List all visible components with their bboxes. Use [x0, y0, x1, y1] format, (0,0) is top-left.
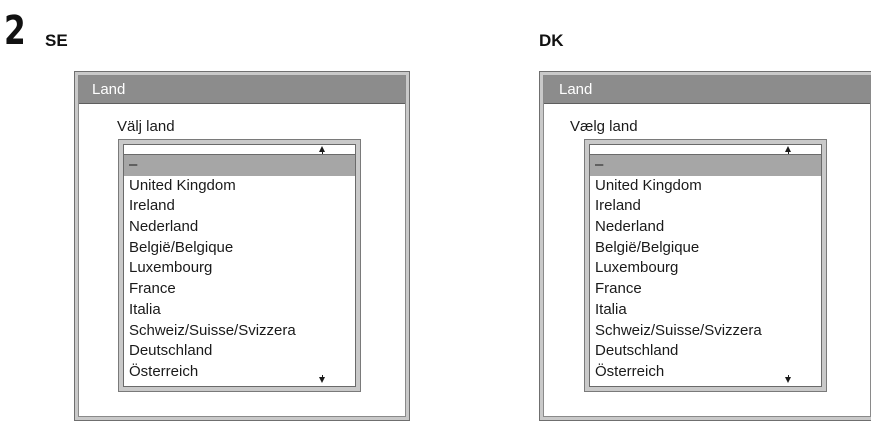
list-item[interactable]: Schweiz/Suisse/Svizzera	[590, 321, 821, 342]
list-item[interactable]: Ireland	[124, 196, 355, 217]
country-listbox[interactable]: – United Kingdom Ireland Nederland Belgi…	[118, 139, 361, 392]
language-label-se: SE	[45, 31, 68, 50]
country-list[interactable]: – United Kingdom Ireland Nederland Belgi…	[123, 144, 356, 387]
list-item[interactable]: Nederland	[590, 217, 821, 238]
country-menu-panel-dk: Land Vælg land – United Kingdom Ireland …	[539, 71, 871, 421]
list-item[interactable]: Nederland	[124, 217, 355, 238]
select-country-label: Välj land	[117, 118, 175, 135]
list-item[interactable]: France	[124, 279, 355, 300]
country-listbox[interactable]: – United Kingdom Ireland Nederland Belgi…	[584, 139, 827, 392]
panel-title: Land	[79, 76, 405, 104]
list-item-selected[interactable]: –	[590, 155, 821, 176]
list-item[interactable]: Italia	[124, 300, 355, 321]
list-item[interactable]: United Kingdom	[124, 176, 355, 197]
list-item[interactable]: Schweiz/Suisse/Svizzera	[124, 321, 355, 342]
country-menu-panel-se: Land Välj land – United Kingdom Ireland …	[74, 71, 410, 421]
list-item[interactable]: België/Belgique	[124, 238, 355, 259]
up-arrow-icon-stem	[787, 151, 789, 154]
list-item[interactable]: Deutschland	[124, 341, 355, 362]
scroll-up-bar[interactable]	[590, 145, 821, 155]
down-arrow-icon-stem	[787, 375, 789, 378]
list-item[interactable]: België/Belgique	[590, 238, 821, 259]
country-list[interactable]: – United Kingdom Ireland Nederland Belgi…	[589, 144, 822, 387]
down-arrow-icon-stem	[321, 375, 323, 378]
list-item[interactable]: Italia	[590, 300, 821, 321]
list-item[interactable]: Ireland	[590, 196, 821, 217]
list-item[interactable]: Deutschland	[590, 341, 821, 362]
list-item[interactable]: Luxembourg	[124, 258, 355, 279]
list-item[interactable]: United Kingdom	[590, 176, 821, 197]
panel-title: Land	[544, 76, 870, 104]
list-item-selected[interactable]: –	[124, 155, 355, 176]
step-number: 2	[4, 8, 26, 54]
scroll-up-bar[interactable]	[124, 145, 355, 155]
list-item[interactable]: France	[590, 279, 821, 300]
language-label-dk: DK	[539, 31, 564, 50]
list-item[interactable]: Luxembourg	[590, 258, 821, 279]
up-arrow-icon-stem	[321, 151, 323, 154]
select-country-label: Vælg land	[570, 118, 638, 135]
